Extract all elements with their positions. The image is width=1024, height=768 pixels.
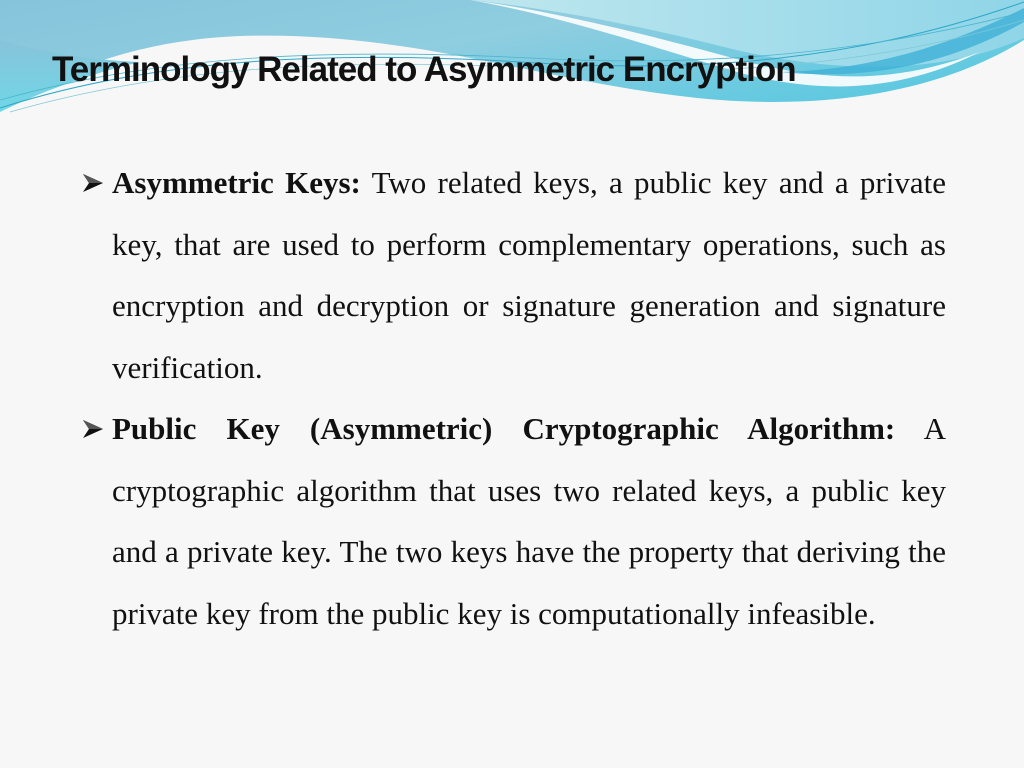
bullet-public-key-algorithm: Public Key (Asymmetric) Cryptographic Al… (80, 398, 946, 644)
arrow-bullet-icon (80, 152, 106, 213)
term-label: Public Key (Asymmetric) Cryptographic Al… (112, 411, 896, 446)
bullet-asymmetric-keys: Asymmetric Keys: Two related keys, a pub… (80, 152, 946, 398)
bullet-list: Asymmetric Keys: Two related keys, a pub… (80, 152, 946, 644)
slide-title: Terminology Related to Asymmetric Encryp… (52, 50, 797, 89)
term-label: Asymmetric Keys: (112, 165, 361, 200)
arrow-bullet-icon (80, 398, 106, 459)
